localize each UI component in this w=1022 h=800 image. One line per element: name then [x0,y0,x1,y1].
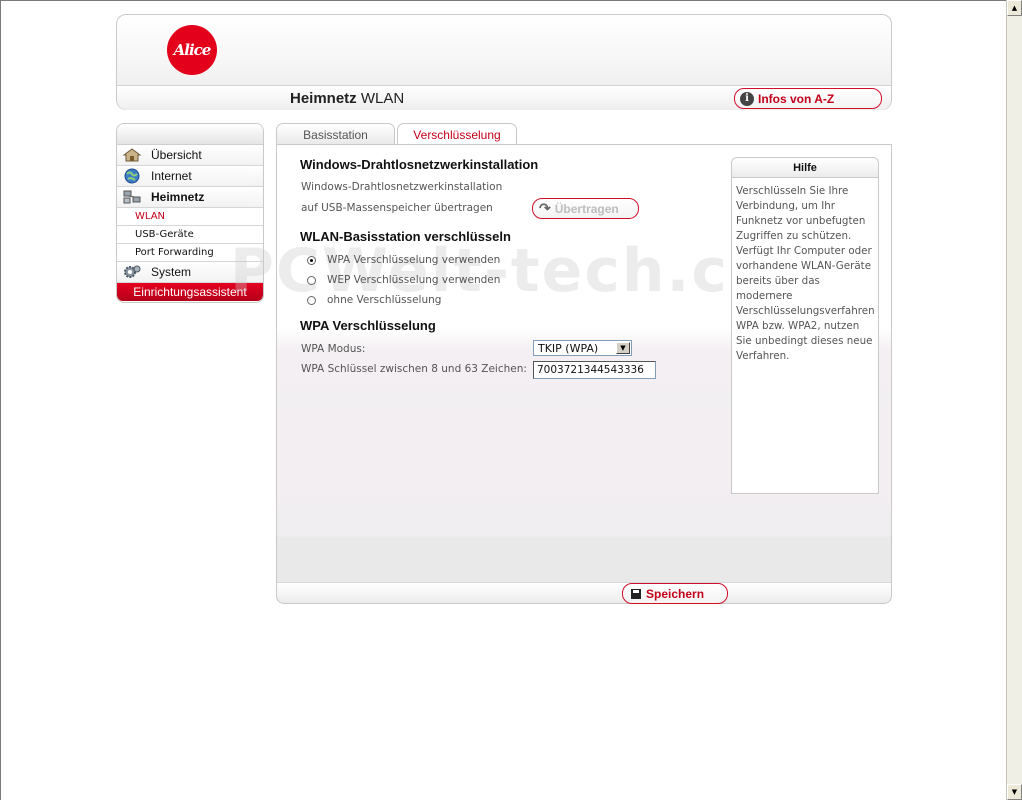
radio-none-label: ohne Verschlüsselung [327,294,442,306]
page-title-page: WLAN [356,90,405,107]
scroll-down-icon[interactable]: ▼ [1007,784,1022,800]
help-title: Hilfe [732,158,878,178]
sidebar-subitem-wlan[interactable]: WLAN [117,208,263,226]
windows-wireless-description-line1: Windows-Drahtlosnetzwerkinstallation [301,181,503,193]
windows-wireless-description-line2: auf USB-Massenspeicher übertragen [301,202,493,214]
transfer-button[interactable]: ↷ Übertragen [532,198,639,219]
wpa-mode-label: WPA Modus: [301,343,366,355]
radio-wpa[interactable] [307,255,316,265]
window-top-border [0,0,1006,1]
globe-icon [123,168,141,184]
wpa-mode-select[interactable]: TKIP (WPA) ▼ [533,340,632,356]
radio-option-wep[interactable]: WEP Verschlüsselung verwenden [307,274,500,286]
infos-a-z-label: Infos von A-Z [758,91,835,106]
wpa-key-input[interactable]: 7003721344543336 [533,361,656,379]
radio-wpa-label: WPA Verschlüsselung verwenden [327,254,501,266]
gear-icon [123,265,141,279]
infos-a-z-button[interactable]: i Infos von A-Z [734,88,882,109]
radio-option-wpa[interactable]: WPA Verschlüsselung verwenden [307,254,500,266]
help-box: Hilfe Verschlüsseln Sie Ihre Verbindung,… [731,157,879,494]
radio-wep[interactable] [307,275,316,285]
panel-footer [277,582,891,603]
radio-none[interactable] [307,295,316,305]
wpa-key-label: WPA Schlüssel zwischen 8 und 63 Zeichen: [301,363,527,375]
alice-logo: Alice [167,25,217,75]
sidebar-item-system[interactable]: System [117,262,263,283]
section-title-encryption: WLAN-Basisstation verschlüsseln [300,229,511,244]
scroll-up-icon[interactable]: ▲ [1007,0,1022,16]
sidebar-item-internet[interactable]: Internet [117,166,263,187]
sidebar-item-label: Heimnetz [151,190,205,204]
save-button-label: Speichern [646,586,705,601]
wpa-mode-value: TKIP (WPA) [538,341,599,355]
save-button[interactable]: Speichern [622,583,728,604]
dropdown-arrow-icon[interactable]: ▼ [616,342,630,354]
sidebar-nav: Übersicht Internet Heimnetz WLAN USB-Ger… [116,123,264,303]
info-icon: i [740,91,754,106]
window-left-border [0,0,1,800]
sidebar-item-uebersicht[interactable]: Übersicht [117,145,263,166]
page-title: Heimnetz WLAN [290,90,404,107]
scrollbar-track[interactable] [1007,16,1022,784]
transfer-button-label: Übertragen [554,201,619,216]
sidebar-subitem-port-forwarding[interactable]: Port Forwarding [117,244,263,262]
sidebar-cap [117,124,263,145]
house-icon [123,148,141,162]
section-title-windows-wireless: Windows-Drahtlosnetzwerkinstallation [300,157,539,172]
page-header: Alice Heimnetz WLAN i Infos von A-Z [116,14,892,110]
sidebar-subitem-usb-geraete[interactable]: USB-Geräte [117,226,263,244]
sidebar-item-label: Internet [151,169,192,183]
setup-wizard-button[interactable]: Einrichtungsassistent [117,283,263,301]
sidebar-item-label: Übersicht [151,148,202,162]
sidebar-item-heimnetz[interactable]: Heimnetz [117,187,263,208]
radio-wep-label: WEP Verschlüsselung verwenden [327,274,501,286]
save-icon [631,588,641,599]
section-title-wpa: WPA Verschlüsselung [300,318,436,333]
transfer-arrow-icon: ↷ [539,200,551,216]
network-icon [123,190,141,204]
help-text: Verschlüsseln Sie Ihre Verbindung, um Ih… [736,185,875,362]
vertical-scrollbar[interactable]: ▲ ▼ [1006,0,1022,800]
tab-verschluesselung[interactable]: Verschlüsselung [397,123,517,146]
radio-option-none[interactable]: ohne Verschlüsselung [307,294,441,306]
tab-basisstation[interactable]: Basisstation [276,123,395,145]
sidebar-item-label: System [151,265,192,279]
page-title-section: Heimnetz [290,90,357,107]
